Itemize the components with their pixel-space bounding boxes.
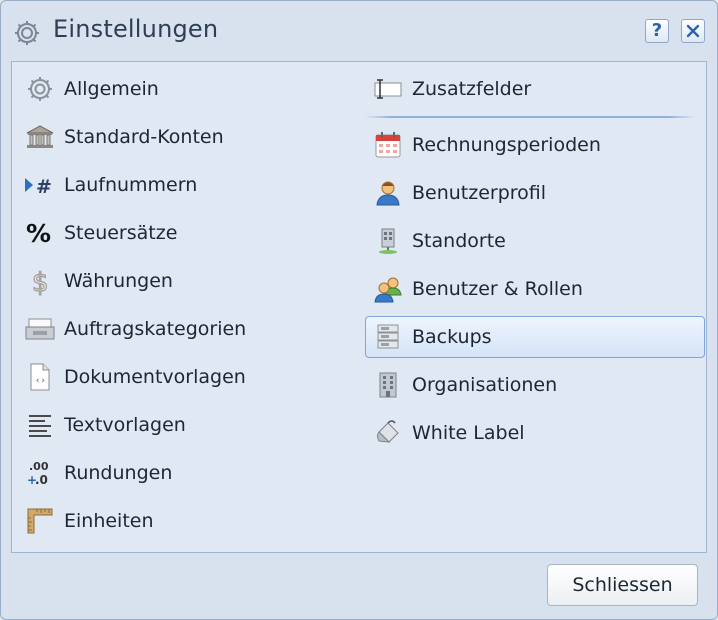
settings-item-label: Backups	[412, 326, 492, 348]
settings-item-label: Benutzer & Rollen	[412, 278, 583, 300]
schliessen-button[interactable]: Schliessen	[547, 564, 698, 606]
dialog-title: Einstellungen	[53, 15, 219, 43]
settings-item-rundungen[interactable]: .00 + .0 Rundungen	[13, 453, 353, 493]
percent-icon: %	[24, 217, 56, 249]
gear-icon	[24, 73, 56, 105]
settings-item-label: Währungen	[64, 270, 173, 292]
dialog-titlebar: Einstellungen ?	[1, 1, 717, 61]
settings-item-benutzerprofil[interactable]: Benutzerprofil	[361, 173, 705, 213]
office-building-icon	[372, 369, 404, 401]
help-icon: ?	[651, 20, 663, 41]
svg-text:.0: .0	[35, 473, 48, 487]
dollar-icon: $	[24, 265, 56, 297]
close-button[interactable]	[681, 19, 705, 43]
text-field-icon	[372, 73, 404, 105]
settings-item-label: Benutzerprofil	[412, 182, 547, 204]
location-building-icon	[372, 225, 404, 257]
paint-bucket-icon	[372, 417, 404, 449]
settings-item-label: White Label	[412, 422, 525, 444]
settings-item-auftragskategorien[interactable]: Auftragskategorien	[13, 309, 353, 349]
settings-item-steuersaetze[interactable]: % Steuersätze	[13, 213, 353, 253]
svg-text:.00: .00	[29, 460, 49, 473]
settings-item-laufnummern[interactable]: # Laufnummern	[13, 165, 353, 205]
settings-item-dokumentvorlagen[interactable]: ‹› Dokumentvorlagen	[13, 357, 353, 397]
users-icon	[372, 273, 404, 305]
user-icon	[372, 177, 404, 209]
settings-item-waehrungen[interactable]: $ Währungen	[13, 261, 353, 301]
gear-icon	[13, 19, 41, 47]
settings-item-label: Auftragskategorien	[64, 318, 247, 340]
database-icon	[372, 321, 404, 353]
settings-item-label: Zusatzfelder	[412, 78, 532, 100]
bank-icon	[24, 121, 56, 153]
settings-item-label: Laufnummern	[64, 174, 198, 196]
settings-item-benutzer-rollen[interactable]: Benutzer & Rollen	[361, 269, 705, 309]
text-lines-icon	[24, 409, 56, 441]
column-separator	[365, 116, 695, 118]
number-sequence-icon: #	[24, 169, 56, 201]
rounding-icon: .00 + .0	[24, 457, 56, 489]
tray-icon	[24, 313, 56, 345]
settings-item-standard-konten[interactable]: Standard-Konten	[13, 117, 353, 157]
settings-item-label: Einheiten	[64, 510, 154, 532]
settings-item-label: Standorte	[412, 230, 506, 252]
settings-dialog: Einstellungen ? Allgemein Standard-Konte…	[0, 0, 718, 620]
settings-item-label: Rundungen	[64, 462, 173, 484]
settings-item-label: Organisationen	[412, 374, 558, 396]
settings-item-label: Dokumentvorlagen	[64, 366, 246, 388]
svg-text:$: $	[32, 268, 49, 296]
settings-item-label: Standard-Konten	[64, 126, 224, 148]
settings-item-zusatzfelder[interactable]: Zusatzfelder	[361, 69, 705, 109]
settings-item-rechnungsperioden[interactable]: Rechnungsperioden	[361, 125, 705, 165]
svg-text:‹›: ‹›	[35, 376, 46, 386]
help-button[interactable]: ?	[645, 19, 669, 43]
settings-item-label: Rechnungsperioden	[412, 134, 601, 156]
settings-item-textvorlagen[interactable]: Textvorlagen	[13, 405, 353, 445]
settings-item-label: Textvorlagen	[64, 414, 186, 436]
settings-item-label: Allgemein	[64, 78, 159, 100]
ruler-icon	[24, 505, 56, 537]
settings-item-standorte[interactable]: Standorte	[361, 221, 705, 261]
calendar-icon	[372, 129, 404, 161]
close-icon	[686, 24, 700, 38]
settings-item-organisationen[interactable]: Organisationen	[361, 365, 705, 405]
settings-item-white-label[interactable]: White Label	[361, 413, 705, 453]
settings-item-label: Steuersätze	[64, 222, 178, 244]
document-template-icon: ‹›	[24, 361, 56, 393]
settings-item-backups[interactable]: Backups	[365, 316, 705, 358]
svg-text:#: #	[36, 176, 52, 198]
svg-text:%: %	[26, 219, 51, 248]
settings-item-einheiten[interactable]: Einheiten	[13, 501, 353, 541]
settings-item-allgemein[interactable]: Allgemein	[13, 69, 353, 109]
